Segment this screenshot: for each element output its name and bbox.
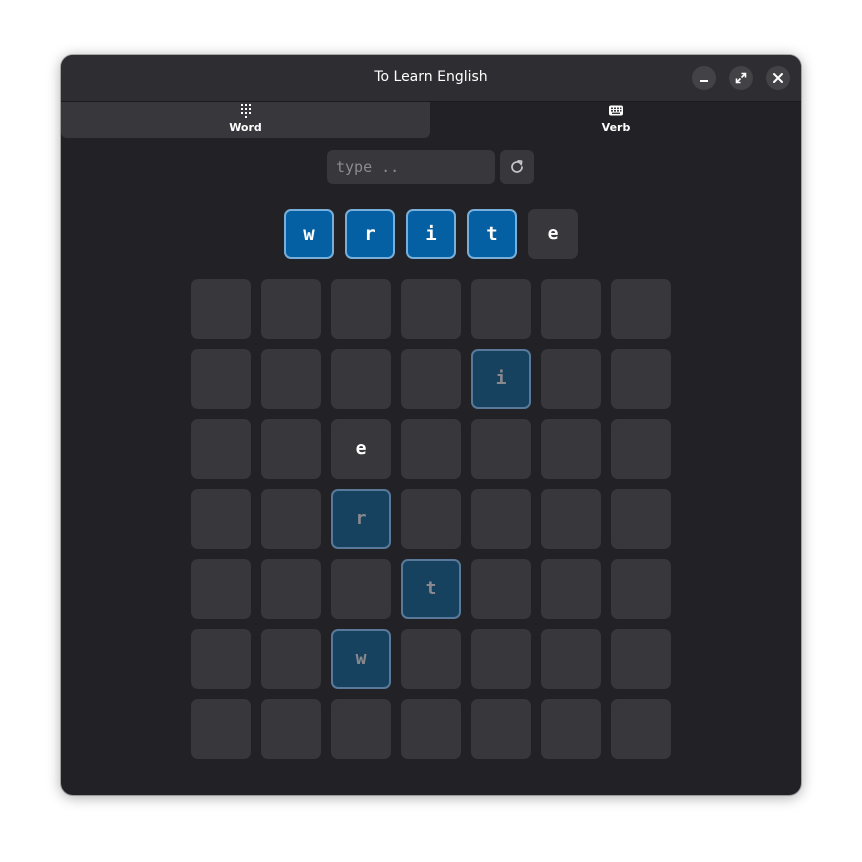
maximize-button[interactable]	[729, 66, 753, 90]
grid-cell[interactable]	[611, 489, 671, 549]
grid-cell[interactable]	[331, 279, 391, 339]
grid-cell[interactable]: e	[331, 419, 391, 479]
grid-cell[interactable]	[401, 419, 461, 479]
grid-cell[interactable]	[541, 699, 601, 759]
window-title: To Learn English	[374, 69, 488, 85]
grid-cell[interactable]	[261, 699, 321, 759]
header-bar: To Learn English	[61, 55, 801, 102]
grid-cell[interactable]	[191, 489, 251, 549]
grid-cell[interactable]	[261, 489, 321, 549]
grid-cell[interactable]	[331, 699, 391, 759]
grid-cell[interactable]	[471, 559, 531, 619]
grid-cell[interactable]	[541, 559, 601, 619]
grid-cell[interactable]	[611, 629, 671, 689]
word-letter-tile: w	[284, 209, 334, 259]
minimize-icon	[700, 80, 708, 82]
word-letter-tile: t	[467, 209, 517, 259]
tab-verb[interactable]: Verb	[431, 102, 801, 138]
grid-cell[interactable]	[471, 629, 531, 689]
grid-cell[interactable]	[611, 279, 671, 339]
app-window: To Learn English Word Verb type .. w r i…	[61, 55, 801, 795]
grid-cell[interactable]	[191, 419, 251, 479]
grid-cell[interactable]: r	[331, 489, 391, 549]
grid-cell[interactable]	[261, 419, 321, 479]
grid-cell[interactable]	[611, 349, 671, 409]
grid-cell[interactable]	[401, 279, 461, 339]
grid-cell[interactable]	[401, 349, 461, 409]
grid-cell[interactable]	[401, 489, 461, 549]
grid-cell[interactable]: i	[471, 349, 531, 409]
grid-cell[interactable]	[541, 629, 601, 689]
minimize-button[interactable]	[692, 66, 716, 90]
grid-cell[interactable]	[541, 349, 601, 409]
grid-cell[interactable]	[541, 489, 601, 549]
grid-cell[interactable]	[541, 419, 601, 479]
grid-cell[interactable]: t	[401, 559, 461, 619]
grid-cell[interactable]	[261, 349, 321, 409]
keypad-grid-icon	[61, 103, 430, 118]
grid-cell[interactable]	[191, 629, 251, 689]
word-input[interactable]	[327, 150, 495, 184]
grid-cell[interactable]	[261, 629, 321, 689]
grid-cell[interactable]	[331, 349, 391, 409]
refresh-icon	[511, 159, 523, 173]
close-button[interactable]	[766, 66, 790, 90]
view-switcher: Word Verb	[61, 102, 801, 138]
tab-word-label: Word	[229, 121, 262, 134]
grid-cell[interactable]	[331, 559, 391, 619]
letter-grid: i ertw	[191, 279, 671, 759]
keyboard-icon	[431, 103, 801, 117]
grid-cell[interactable]	[191, 349, 251, 409]
word-letter-tile: i	[406, 209, 456, 259]
refresh-button[interactable]	[500, 150, 534, 184]
tab-verb-label: Verb	[601, 121, 631, 134]
grid-cell[interactable]	[191, 559, 251, 619]
grid-cell[interactable]	[191, 699, 251, 759]
grid-cell[interactable]	[471, 279, 531, 339]
grid-cell[interactable]	[471, 489, 531, 549]
grid-cell[interactable]	[471, 699, 531, 759]
grid-cell[interactable]	[261, 559, 321, 619]
word-letter-tile: e	[528, 209, 578, 259]
word-letter-tile: r	[345, 209, 395, 259]
grid-cell[interactable]	[611, 559, 671, 619]
grid-cell[interactable]	[401, 629, 461, 689]
grid-cell[interactable]	[611, 419, 671, 479]
tab-word[interactable]: Word	[61, 102, 430, 138]
grid-cell[interactable]	[401, 699, 461, 759]
grid-cell[interactable]	[191, 279, 251, 339]
grid-cell[interactable]	[541, 279, 601, 339]
grid-cell[interactable]	[261, 279, 321, 339]
grid-cell[interactable]	[611, 699, 671, 759]
close-icon	[773, 73, 783, 83]
grid-cell[interactable]	[471, 419, 531, 479]
grid-cell[interactable]: w	[331, 629, 391, 689]
maximize-icon	[735, 72, 747, 84]
